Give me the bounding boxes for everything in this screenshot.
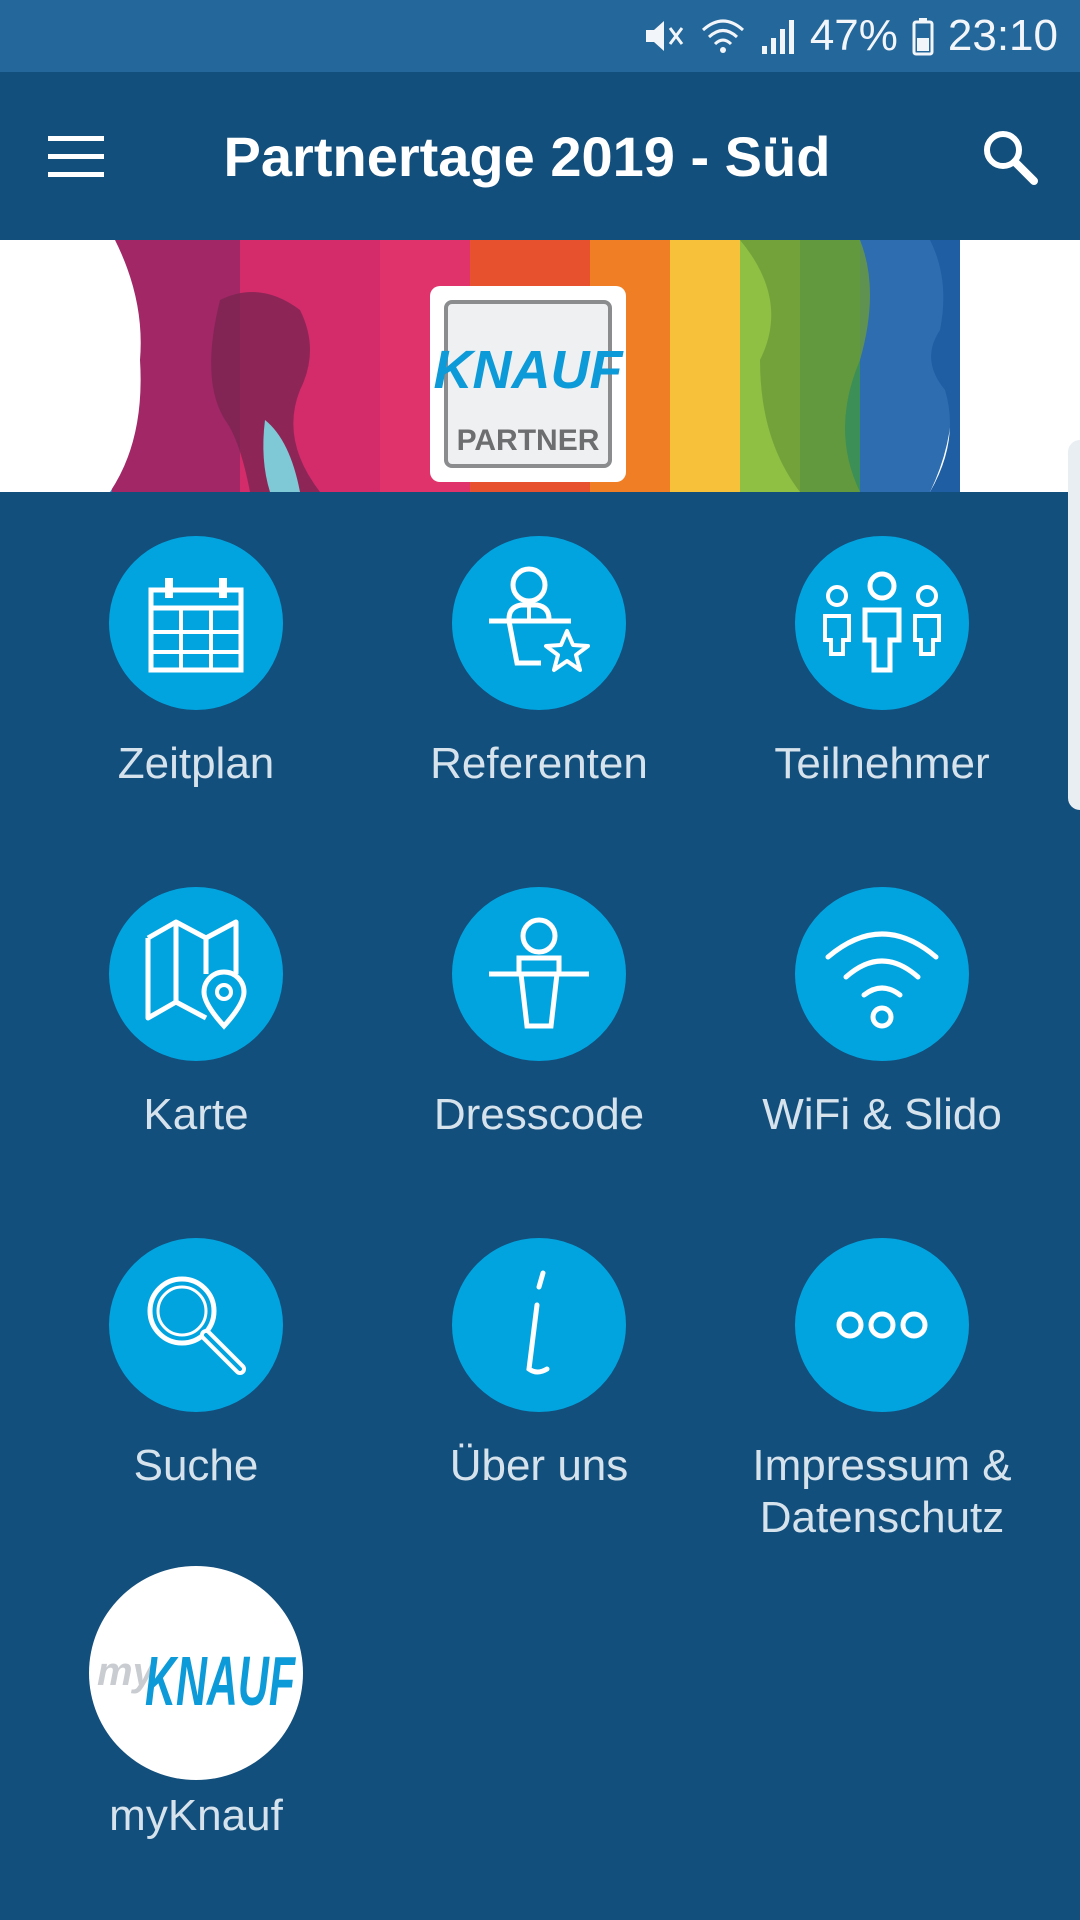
signal-icon — [760, 16, 796, 56]
tile-label: Suche — [133, 1441, 259, 1490]
tile-label: WiFi & Slido — [762, 1090, 1002, 1139]
tile-label: Zeitplan — [117, 739, 275, 788]
battery-percentage: 47% — [809, 11, 898, 60]
tile-label: Dresscode — [433, 1090, 645, 1139]
tile-wifi-slido[interactable]: WiFi & Slido — [712, 887, 1052, 1141]
tile-karte[interactable]: Karte — [26, 887, 366, 1141]
wifi-icon — [700, 16, 746, 56]
tile-label: Referenten — [430, 739, 648, 788]
tile-ueber-uns[interactable]: Über uns — [369, 1238, 709, 1492]
battery-icon — [912, 16, 934, 56]
tile-label: Teilnehmer — [774, 739, 990, 788]
banner-logo-subtext: PARTNER — [457, 424, 600, 457]
person-desk-icon — [452, 887, 626, 1061]
status-icons: 47% 23:10 — [642, 0, 1058, 72]
info-icon — [452, 1238, 626, 1412]
tile-myknauf[interactable]: my KNAUF myKnauf — [26, 1566, 366, 1842]
tile-teilnehmer[interactable]: Teilnehmer — [712, 536, 1052, 790]
tile-suche[interactable]: Suche — [26, 1238, 366, 1492]
tile-dresscode[interactable]: Dresscode — [369, 887, 709, 1141]
banner-image: KNAUF PARTNER — [0, 240, 1080, 492]
calendar-icon — [109, 536, 283, 710]
magnifier-icon — [109, 1238, 283, 1412]
myknauf-logo-brand: KNAUF — [145, 1642, 296, 1720]
page-title: Partnertage 2019 - Süd — [223, 125, 831, 188]
mute-icon — [642, 16, 686, 56]
map-pin-icon — [109, 887, 283, 1061]
scroll-handle[interactable] — [1068, 440, 1080, 810]
status-bar: 47% 23:10 — [0, 0, 1080, 72]
clock: 23:10 — [947, 11, 1058, 60]
speaker-star-icon — [452, 536, 626, 710]
app-bar: Partnertage 2019 - Süd — [0, 72, 1080, 240]
tile-label: Karte — [143, 1090, 249, 1139]
tile-label: Impressum & Datenschutz — [752, 1441, 1012, 1542]
banner-logo-text: KNAUF — [434, 340, 625, 400]
tile-label: myKnauf — [109, 1791, 283, 1840]
tile-impressum[interactable]: Impressum & Datenschutz — [712, 1238, 1052, 1544]
search-icon[interactable] — [970, 116, 1050, 196]
more-dots-icon — [795, 1238, 969, 1412]
tile-zeitplan[interactable]: Zeitplan — [26, 536, 366, 790]
people-group-icon — [795, 536, 969, 710]
tile-referenten[interactable]: Referenten — [369, 536, 709, 790]
tile-label: Über uns — [449, 1441, 629, 1490]
myknauf-logo-icon: my KNAUF — [89, 1566, 303, 1780]
wifi-icon — [795, 887, 969, 1061]
